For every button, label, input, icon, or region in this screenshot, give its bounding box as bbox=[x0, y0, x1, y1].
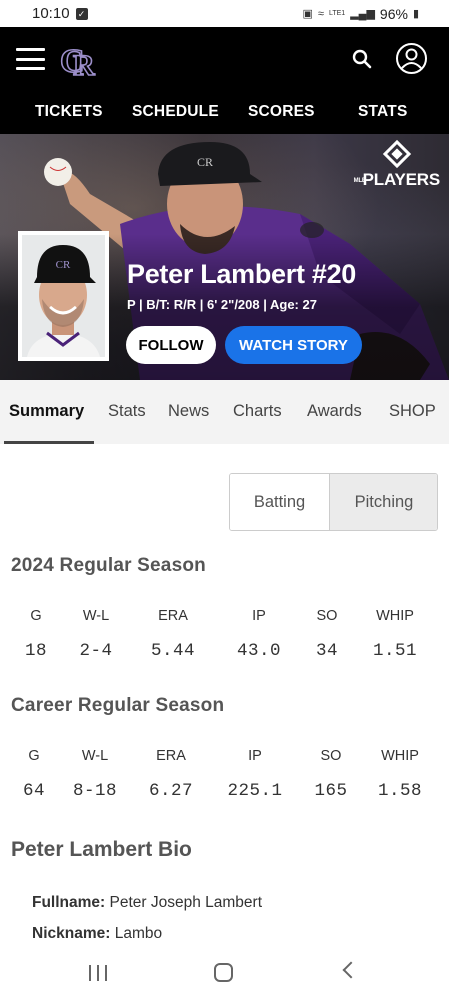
season-value-whip: 1.51 bbox=[372, 641, 417, 661]
search-icon[interactable] bbox=[350, 47, 376, 73]
tab-shop[interactable]: SHOP bbox=[389, 402, 436, 421]
nav-stats[interactable]: STATS bbox=[358, 103, 408, 121]
season-header-wl: W-L bbox=[82, 608, 110, 624]
nav-scores[interactable]: SCORES bbox=[248, 103, 315, 121]
nav-schedule[interactable]: SCHEDULE bbox=[132, 103, 219, 121]
follow-button[interactable]: FOLLOW bbox=[126, 326, 216, 364]
battery-icon: ▮ bbox=[412, 8, 419, 20]
career-value-whip: 1.58 bbox=[377, 781, 422, 801]
svg-text:R: R bbox=[73, 49, 95, 79]
bio-fullname-row: Fullname: Peter Joseph Lambert bbox=[32, 894, 262, 912]
career-header-era: ERA bbox=[156, 748, 186, 764]
mlb-players-logo: MLBPLAYERS bbox=[354, 139, 440, 190]
menu-icon[interactable] bbox=[16, 48, 45, 70]
tab-awards[interactable]: Awards bbox=[307, 402, 362, 421]
back-icon[interactable] bbox=[342, 961, 360, 979]
career-title: Career Regular Season bbox=[11, 695, 225, 716]
batting-toggle[interactable]: Batting bbox=[230, 474, 330, 530]
player-hero: CR MLBPLAYERS CR Peter Lambert #20 P | B… bbox=[0, 134, 449, 380]
career-value-era: 6.27 bbox=[148, 781, 193, 801]
season-header-ip: IP bbox=[252, 608, 266, 624]
status-time: 10:10 bbox=[32, 5, 70, 22]
career-header-so: SO bbox=[320, 748, 342, 764]
career-header-whip: WHIP bbox=[381, 748, 419, 764]
svg-text:CR: CR bbox=[197, 155, 213, 169]
status-left: 10:10 ✓ bbox=[32, 5, 88, 22]
pitching-toggle[interactable]: Pitching bbox=[330, 474, 437, 530]
tab-stats[interactable]: Stats bbox=[108, 402, 146, 421]
player-name: Peter Lambert #20 bbox=[127, 259, 357, 289]
season-title: 2024 Regular Season bbox=[11, 555, 206, 576]
bio-nickname-value: Lambo bbox=[114, 925, 163, 942]
notification-check-icon: ✓ bbox=[75, 7, 88, 20]
season-value-era: 5.44 bbox=[150, 641, 195, 661]
lock-icon: ▣ bbox=[302, 8, 313, 20]
bio-fullname-value: Peter Joseph Lambert bbox=[109, 894, 263, 911]
tab-summary[interactable]: Summary bbox=[9, 402, 84, 421]
bio-fullname-label: Fullname: bbox=[32, 894, 106, 911]
bio-nickname-row: Nickname: Lambo bbox=[32, 925, 162, 943]
svg-text:CR: CR bbox=[56, 259, 71, 271]
status-right: ▣ ≈ LTE1 ▂▄▆ 96% ▮ bbox=[303, 6, 419, 22]
status-bar: 10:10 ✓ ▣ ≈ LTE1 ▂▄▆ 96% ▮ bbox=[0, 0, 449, 27]
home-icon[interactable] bbox=[214, 963, 233, 982]
player-tabs: Summary Stats News Charts Awards SHOP bbox=[0, 380, 449, 444]
main-nav: TICKETS SCHEDULE SCORES STATS bbox=[0, 99, 449, 125]
headshot-image: CR bbox=[22, 235, 105, 357]
app-header: C R TICKETS SCHEDULE SCORES STATS bbox=[0, 27, 449, 134]
account-icon[interactable] bbox=[395, 42, 428, 75]
career-header-g: G bbox=[28, 748, 40, 764]
career-header-wl: W-L bbox=[81, 748, 109, 764]
player-headshot: CR bbox=[18, 231, 109, 361]
rockies-logo[interactable]: C R bbox=[60, 39, 98, 79]
career-header-ip: IP bbox=[248, 748, 262, 764]
network-label: LTE1 bbox=[328, 10, 346, 17]
wifi-icon: ≈ bbox=[317, 7, 324, 20]
recent-apps-icon[interactable] bbox=[89, 965, 107, 981]
season-header-whip: WHIP bbox=[376, 608, 414, 624]
tab-charts[interactable]: Charts bbox=[233, 402, 282, 421]
android-nav-bar bbox=[0, 948, 449, 1000]
active-tab-indicator bbox=[4, 441, 94, 444]
season-header-so: SO bbox=[316, 608, 338, 624]
nav-tickets[interactable]: TICKETS bbox=[35, 103, 103, 121]
stat-type-toggle: Batting Pitching bbox=[229, 473, 438, 531]
signal-icon: ▂▄▆ bbox=[350, 8, 375, 20]
player-meta: P | B/T: R/R | 6' 2"/208 | Age: 27 bbox=[127, 297, 317, 312]
watch-story-button[interactable]: WATCH STORY bbox=[225, 326, 362, 364]
battery-percent: 96% bbox=[379, 5, 408, 22]
tab-news[interactable]: News bbox=[168, 402, 209, 421]
season-header-era: ERA bbox=[158, 608, 188, 624]
bio-title: Peter Lambert Bio bbox=[11, 838, 192, 861]
bio-nickname-label: Nickname: bbox=[32, 925, 111, 942]
